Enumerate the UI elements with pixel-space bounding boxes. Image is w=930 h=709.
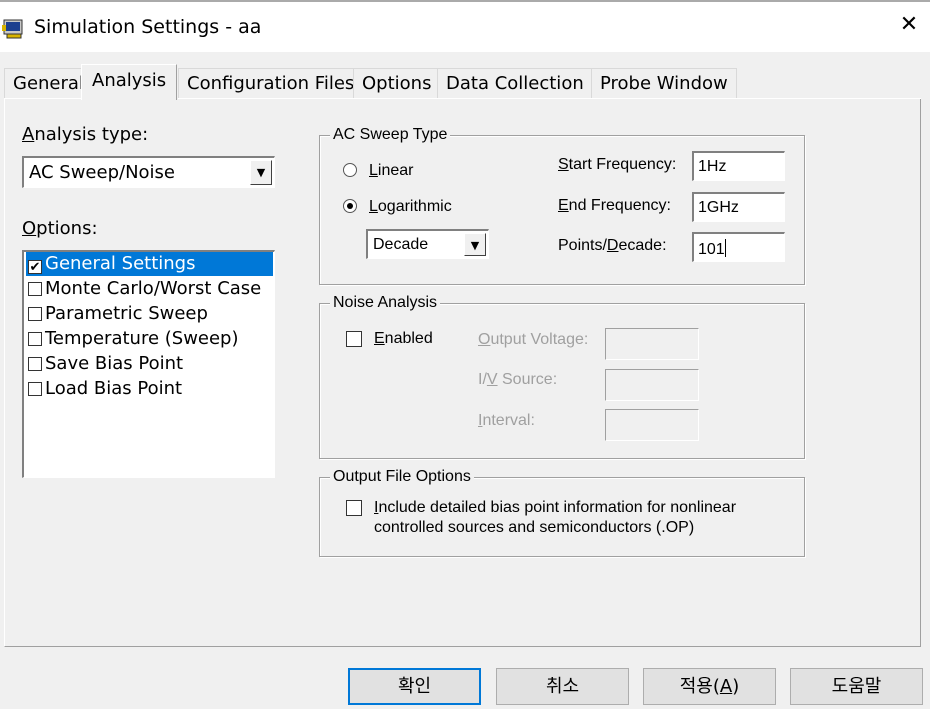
output-file-group-label: Output File Options	[330, 468, 474, 486]
output-voltage-label: Output Voltage:	[478, 331, 589, 348]
cancel-button[interactable]: 취소	[496, 668, 629, 705]
title-bar: Simulation Settings - aa ✕	[0, 0, 930, 52]
checkbox-icon[interactable]	[28, 382, 42, 396]
tab-label: General	[13, 73, 84, 94]
noise-analysis-group	[319, 303, 805, 459]
noise-enabled-label: Enabled	[374, 330, 433, 347]
start-frequency-input[interactable]: 1Hz	[692, 151, 785, 181]
tab-label: Probe Window	[600, 73, 728, 94]
start-frequency-value: 1Hz	[698, 158, 727, 175]
points-per-decade-label: Points/Decade:	[558, 237, 667, 254]
checkbox-icon[interactable]	[28, 332, 42, 346]
list-item-label: Load Bias Point	[45, 378, 183, 399]
analysis-type-select[interactable]: AC Sweep/Noise ▼	[22, 156, 275, 188]
tab-divider	[178, 98, 921, 99]
list-item-load-bias-point[interactable]: Load Bias Point	[26, 377, 273, 401]
logarithmic-radio[interactable]	[343, 199, 357, 213]
tab-analysis[interactable]: Analysis	[81, 64, 178, 100]
tab-label: Data Collection	[446, 73, 584, 94]
output-voltage-input[interactable]	[605, 328, 699, 360]
list-item-label: Parametric Sweep	[45, 303, 208, 324]
linear-radio[interactable]	[343, 163, 357, 177]
linear-label: Linear	[369, 162, 414, 179]
close-icon[interactable]: ✕	[896, 12, 922, 38]
include-bias-point-checkbox[interactable]	[346, 500, 362, 516]
tab-label: Configuration Files	[187, 73, 355, 94]
analysis-type-value: AC Sweep/Noise	[29, 162, 176, 183]
checkbox-icon[interactable]	[28, 357, 42, 371]
output-file-group	[319, 477, 805, 557]
include-bias-point-label: Include detailed bias point information …	[374, 499, 737, 516]
log-unit-value: Decade	[373, 236, 429, 253]
list-item-label: Monte Carlo/Worst Case	[45, 278, 262, 299]
list-item-monte-carlo[interactable]: Monte Carlo/Worst Case	[26, 277, 273, 301]
logarithmic-label: Logarithmic	[369, 198, 452, 215]
log-unit-select[interactable]: Decade ▼	[366, 229, 489, 259]
tab-probe-window[interactable]: Probe Window	[591, 68, 737, 98]
end-frequency-input[interactable]: 1GHz	[692, 192, 785, 222]
window-title: Simulation Settings - aa	[34, 16, 262, 38]
end-frequency-value: 1GHz	[698, 199, 739, 216]
iv-source-label: I/V Source:	[478, 371, 558, 388]
checkbox-checked-icon[interactable]: ✔	[28, 260, 42, 274]
app-icon	[2, 16, 26, 40]
include-bias-point-label-line2: controlled sources and semiconductors (.…	[374, 519, 695, 536]
text-cursor	[724, 239, 726, 257]
list-item-general-settings[interactable]: ✔ General Settings	[26, 252, 273, 276]
noise-enabled-checkbox[interactable]	[346, 331, 362, 347]
help-button[interactable]: 도움말	[790, 668, 923, 705]
chevron-down-icon[interactable]: ▼	[464, 233, 486, 256]
tab-general[interactable]: General	[4, 68, 93, 98]
analysis-type-label: Analysis type:	[22, 124, 149, 145]
iv-source-input[interactable]	[605, 369, 699, 401]
chevron-down-icon[interactable]: ▼	[250, 160, 272, 185]
tab-label: Analysis	[92, 70, 167, 91]
noise-analysis-group-label: Noise Analysis	[330, 294, 441, 312]
list-item-label: General Settings	[45, 253, 196, 274]
start-frequency-label: Start Frequency:	[558, 156, 677, 173]
tab-divider	[4, 98, 81, 99]
list-item-label: Temperature (Sweep)	[45, 328, 239, 349]
checkbox-icon[interactable]	[28, 282, 42, 296]
interval-label: Interval:	[478, 412, 535, 429]
options-label: Options:	[22, 218, 98, 239]
tab-label: Options	[362, 73, 432, 94]
list-item-save-bias-point[interactable]: Save Bias Point	[26, 352, 273, 376]
apply-button[interactable]: 적용(A)	[643, 668, 776, 705]
points-per-decade-input[interactable]: 101	[692, 232, 785, 262]
checkbox-icon[interactable]	[28, 307, 42, 321]
list-item-parametric-sweep[interactable]: Parametric Sweep	[26, 302, 273, 326]
points-per-decade-value: 101	[698, 241, 725, 258]
ok-button[interactable]: 확인	[348, 668, 481, 705]
options-list[interactable]: ✔ General Settings Monte Carlo/Worst Case…	[22, 250, 275, 478]
list-item-label: Save Bias Point	[45, 353, 184, 374]
ac-sweep-group-label: AC Sweep Type	[330, 126, 451, 144]
list-item-temperature-sweep[interactable]: Temperature (Sweep)	[26, 327, 273, 351]
tab-options[interactable]: Options	[353, 68, 441, 98]
tab-configuration-files[interactable]: Configuration Files	[178, 68, 364, 98]
tab-data-collection[interactable]: Data Collection	[437, 68, 593, 98]
interval-input[interactable]	[605, 409, 699, 441]
end-frequency-label: End Frequency:	[558, 197, 671, 214]
